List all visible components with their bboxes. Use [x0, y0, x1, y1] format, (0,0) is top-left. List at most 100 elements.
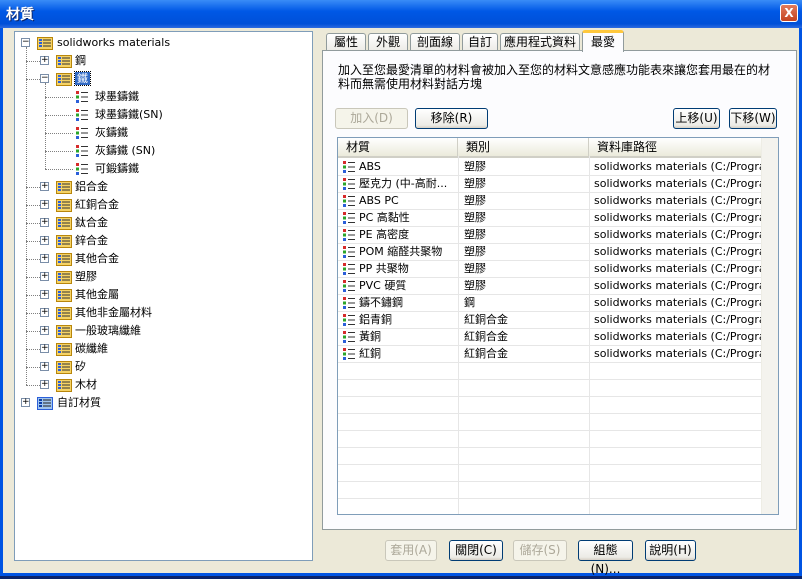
tree-node-group[interactable]: 一般玻璃纖維	[75, 322, 141, 340]
cell-category: 塑膠	[464, 211, 486, 224]
tree-node-group[interactable]: 鋼	[75, 52, 86, 70]
tree-node-custom-root[interactable]: 自訂材質	[57, 394, 101, 412]
table-row[interactable]: POM 縮醛共聚物 塑膠 solidworks materials (C:/Pr…	[338, 243, 763, 260]
cell-category: 塑膠	[464, 228, 486, 241]
cell-material: PVC 硬質	[359, 279, 407, 292]
help-button[interactable]: 說明(H)	[645, 540, 696, 561]
table-row[interactable]: ABS PC 塑膠 solidworks materials (C:/Progr…	[338, 192, 763, 209]
tree-node-group[interactable]: 矽	[75, 358, 86, 376]
group-expander-13[interactable]: +	[40, 380, 49, 389]
group-expander-4[interactable]: +	[40, 218, 49, 227]
cell-material: ABS PC	[359, 194, 399, 207]
column-header-category[interactable]: 類別	[458, 138, 589, 156]
tree-node-group[interactable]: 紅銅合金	[75, 196, 119, 214]
group-expander-6[interactable]: +	[40, 254, 49, 263]
tree-node-group[interactable]: 其他金屬	[75, 286, 119, 304]
group-expander-2[interactable]: +	[40, 182, 49, 191]
save-button[interactable]: 儲存(S)	[513, 540, 567, 561]
tree-node-root[interactable]: solidworks materials	[57, 34, 170, 52]
material-icon	[342, 279, 356, 293]
grid-line	[338, 311, 763, 312]
grid-line	[338, 481, 763, 482]
group-expander-1[interactable]: −	[40, 74, 49, 83]
cell-category: 塑膠	[464, 279, 486, 292]
table-row[interactable]: 壓克力 (中-高耐... 塑膠 solidworks materials (C:…	[338, 175, 763, 192]
tab-3[interactable]: 自訂	[462, 33, 498, 51]
material-icon	[342, 228, 356, 242]
cell-category: 塑膠	[464, 262, 486, 275]
close-window-button[interactable]: X	[780, 4, 798, 22]
category-folder-icon	[56, 324, 72, 338]
tab-2[interactable]: 剖面線	[410, 33, 460, 51]
column-header-path[interactable]: 資料庫路徑	[589, 138, 763, 156]
tree-node-group[interactable]: 鋁合金	[75, 178, 108, 196]
table-row[interactable]: 鋁青銅 紅銅合金 solidworks materials (C:/Progra…	[338, 311, 763, 328]
table-row[interactable]: 黃銅 紅銅合金 solidworks materials (C:/Program…	[338, 328, 763, 345]
group-expander-3[interactable]: +	[40, 200, 49, 209]
tree-node-group[interactable]: 其他非金屬材料	[75, 304, 152, 322]
tab-4[interactable]: 應用程式資料	[500, 33, 580, 51]
cell-path: solidworks materials (C:/Program Fi...	[594, 160, 762, 173]
tree-connector	[26, 205, 40, 206]
remove-button[interactable]: 移除(R)	[415, 108, 488, 129]
cell-material: POM 縮醛共聚物	[359, 245, 443, 258]
table-row[interactable]: PVC 硬質 塑膠 solidworks materials (C:/Progr…	[338, 277, 763, 294]
grid-line	[338, 175, 763, 176]
table-row[interactable]: ABS 塑膠 solidworks materials (C:/Program …	[338, 158, 763, 175]
group-expander-8[interactable]: +	[40, 290, 49, 299]
group-expander-10[interactable]: +	[40, 326, 49, 335]
close-button[interactable]: 關閉(C)	[449, 540, 503, 561]
cell-material: 紅銅	[359, 347, 381, 360]
tree-node-group[interactable]: 其他合金	[75, 250, 119, 268]
table-row[interactable]: 鑄不鏽鋼 鋼 solidworks materials (C:/Program …	[338, 294, 763, 311]
material-icon	[342, 347, 356, 361]
favorites-list[interactable]: 材質 類別 資料庫路徑 ABS 塑膠 solidworks materials …	[337, 137, 779, 515]
group-expander-9[interactable]: +	[40, 308, 49, 317]
tab-1[interactable]: 外觀	[368, 33, 408, 51]
group-expander-12[interactable]: +	[40, 362, 49, 371]
tree-node-material[interactable]: 灰鑄鐵 (SN)	[95, 142, 155, 160]
tree-connector	[26, 313, 40, 314]
tree-node-group[interactable]: 塑膠	[75, 268, 97, 286]
tab-0[interactable]: 屬性	[326, 33, 366, 51]
vertical-scrollbar[interactable]	[761, 138, 778, 514]
tree-node-material[interactable]: 灰鑄鐵	[95, 124, 128, 142]
tree-node-group[interactable]: 木材	[75, 376, 97, 394]
group-expander-0[interactable]: +	[40, 56, 49, 65]
material-icon	[342, 313, 356, 327]
close-icon: X	[784, 6, 794, 20]
tree-node-group[interactable]: 鐵	[74, 70, 91, 88]
category-folder-icon	[56, 72, 72, 86]
tree-node-material[interactable]: 球墨鑄鐵	[95, 88, 139, 106]
move-down-button[interactable]: 下移(W)	[729, 108, 777, 129]
tree-node-material[interactable]: 球墨鑄鐵(SN)	[95, 106, 163, 124]
tree-node-group[interactable]: 鈦合金	[75, 214, 108, 232]
table-row[interactable]: PE 高密度 塑膠 solidworks materials (C:/Progr…	[338, 226, 763, 243]
group-expander-7[interactable]: +	[40, 272, 49, 281]
tree-node-group[interactable]: 碳纖維	[75, 340, 108, 358]
group-expander-11[interactable]: +	[40, 344, 49, 353]
config-button[interactable]: 組態(N)...	[578, 540, 633, 576]
tree-node-label: 其他金屬	[75, 288, 119, 301]
grid-line	[338, 362, 763, 363]
table-row[interactable]: 紅銅 紅銅合金 solidworks materials (C:/Program…	[338, 345, 763, 362]
material-icon	[75, 90, 89, 104]
tree-node-material[interactable]: 可鍛鑄鐵	[95, 160, 139, 178]
root-expander[interactable]: −	[21, 38, 30, 47]
column-header-material[interactable]: 材質	[338, 138, 458, 156]
material-tree[interactable]: − solidworks materials + 鋼 − 鐵球墨鑄鐵 球墨鑄鐵(SN) 灰鑄鐵…	[14, 31, 313, 561]
add-button[interactable]: 加入(D)	[335, 108, 408, 129]
tree-node-group[interactable]: 鋅合金	[75, 232, 108, 250]
cell-path: solidworks materials (C:/Program Fi...	[594, 279, 762, 292]
title-bar[interactable]: 材質 X	[0, 0, 802, 28]
tree-node-label: 紅銅合金	[75, 198, 119, 211]
tree-node-label: 鋅合金	[75, 234, 108, 247]
table-row[interactable]: PC 高黏性 塑膠 solidworks materials (C:/Progr…	[338, 209, 763, 226]
custom-root-expander[interactable]: +	[21, 398, 30, 407]
apply-button[interactable]: 套用(A)	[385, 540, 437, 561]
tab-5[interactable]: 最愛	[582, 30, 624, 52]
group-expander-5[interactable]: +	[40, 236, 49, 245]
move-up-button[interactable]: 上移(U)	[673, 108, 720, 129]
table-row[interactable]: PP 共聚物 塑膠 solidworks materials (C:/Progr…	[338, 260, 763, 277]
cell-material: 壓克力 (中-高耐...	[359, 177, 448, 190]
